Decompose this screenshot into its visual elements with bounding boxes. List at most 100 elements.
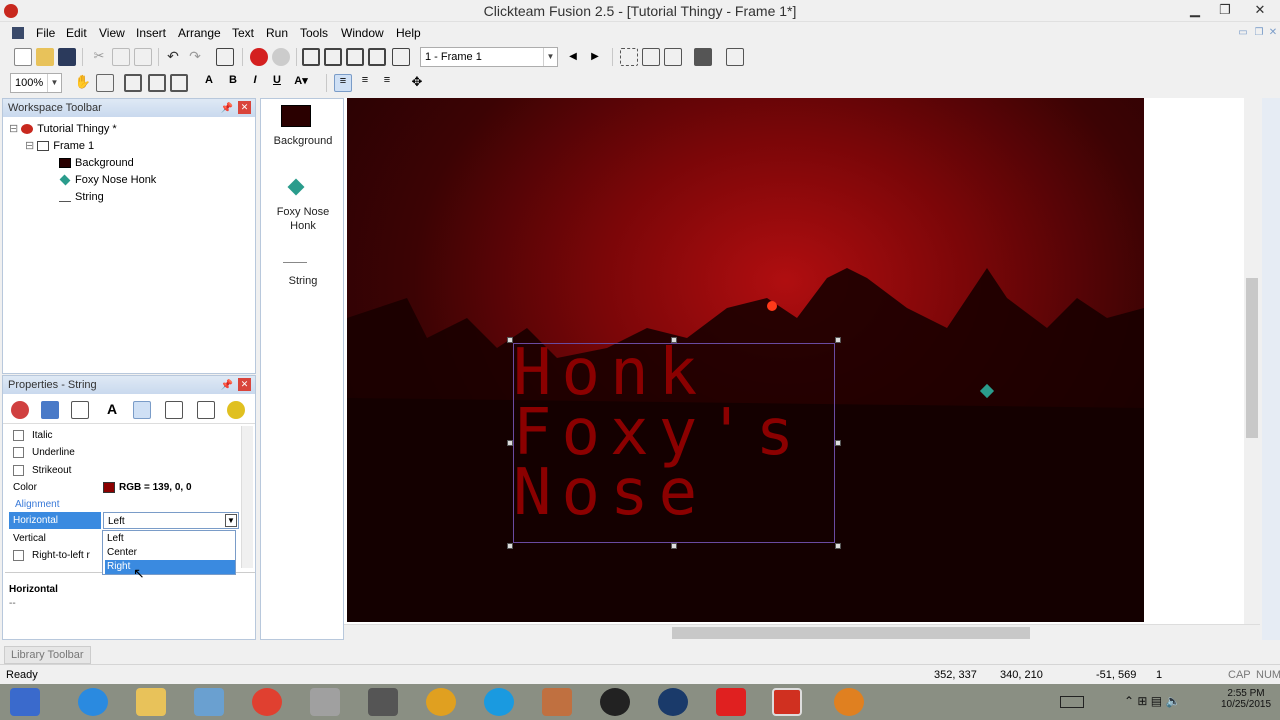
mdi-minimize-icon[interactable]: ▭ bbox=[1236, 26, 1250, 40]
underline-icon[interactable]: U bbox=[268, 74, 286, 92]
frame-view-icon[interactable] bbox=[642, 48, 660, 66]
menu-arrange[interactable]: Arrange bbox=[178, 26, 221, 40]
clickteam-fusion-icon[interactable] bbox=[772, 688, 802, 716]
menu-text[interactable]: Text bbox=[232, 26, 254, 40]
tray-icons[interactable]: ⌃ ⊞ ▤ 🔈 bbox=[1124, 694, 1180, 708]
blender-icon[interactable] bbox=[834, 688, 864, 716]
option-left[interactable]: Left bbox=[105, 532, 235, 546]
app-icon[interactable] bbox=[368, 688, 398, 716]
move-icon[interactable]: ✥ bbox=[408, 74, 426, 92]
paint-icon[interactable] bbox=[310, 688, 340, 716]
color-swatch[interactable] bbox=[103, 482, 115, 493]
menu-run[interactable]: Run bbox=[266, 26, 288, 40]
menu-tools[interactable]: Tools bbox=[300, 26, 328, 40]
library-tab[interactable]: Library Toolbar bbox=[4, 646, 91, 664]
app-icon[interactable] bbox=[542, 688, 572, 716]
mdi-restore-icon[interactable]: ❐ bbox=[1252, 26, 1266, 40]
tree-frame[interactable]: ⊟ Frame 1 bbox=[25, 138, 94, 155]
zoom-select[interactable]: 100% ▼ bbox=[10, 73, 62, 93]
pin-icon[interactable]: 📌 bbox=[221, 100, 233, 118]
select-frame-icon[interactable] bbox=[620, 48, 638, 66]
previous-frame-icon[interactable]: ◀ bbox=[564, 48, 582, 66]
runtime-tab-icon[interactable] bbox=[133, 401, 151, 419]
skype-icon[interactable] bbox=[484, 688, 514, 716]
strikeout-row[interactable]: Strikeout bbox=[7, 462, 239, 479]
properties-scrollbar[interactable] bbox=[241, 426, 253, 568]
rtl-checkbox[interactable] bbox=[13, 549, 24, 561]
about-tab-icon[interactable] bbox=[227, 401, 245, 419]
menu-window[interactable]: Window bbox=[341, 26, 384, 40]
keyboard-icon[interactable] bbox=[1060, 696, 1084, 708]
resize-handle[interactable] bbox=[507, 440, 513, 446]
menu-edit[interactable]: Edit bbox=[66, 26, 87, 40]
resize-handle[interactable] bbox=[507, 337, 513, 343]
mdi-close-icon[interactable]: ✕ bbox=[1266, 26, 1280, 40]
underline-row[interactable]: Underline bbox=[7, 444, 239, 461]
redo-icon[interactable]: ↷ bbox=[186, 48, 204, 66]
option-right[interactable]: Right bbox=[105, 560, 235, 574]
italic-row[interactable]: Italic bbox=[7, 427, 239, 444]
chevron-down-icon[interactable]: ▼ bbox=[225, 514, 237, 527]
window-view-icon[interactable] bbox=[664, 48, 682, 66]
frame-editor-icon[interactable] bbox=[324, 48, 342, 66]
tree-object[interactable]: Background bbox=[59, 155, 134, 172]
data-elements-icon[interactable] bbox=[392, 48, 410, 66]
background-object-icon[interactable] bbox=[281, 105, 311, 127]
output-icon[interactable] bbox=[726, 48, 744, 66]
event-list-icon[interactable] bbox=[368, 48, 386, 66]
resize-handle[interactable] bbox=[835, 337, 841, 343]
file-explorer-icon[interactable] bbox=[136, 688, 166, 716]
align-center-icon[interactable]: ≡ bbox=[356, 74, 374, 92]
undo-icon[interactable]: ↶ bbox=[164, 48, 182, 66]
strikeout-checkbox[interactable] bbox=[13, 464, 24, 476]
close-icon[interactable]: ✕ bbox=[238, 101, 251, 114]
values-tab-icon[interactable] bbox=[165, 401, 183, 419]
frame-select[interactable]: 1 - Frame 1 ▼ bbox=[420, 47, 558, 67]
start-icon[interactable] bbox=[10, 688, 40, 716]
new-file-icon[interactable] bbox=[14, 48, 32, 66]
youtube-icon[interactable] bbox=[716, 688, 746, 716]
horizontal-scroll-thumb[interactable] bbox=[672, 627, 1030, 639]
cut-icon[interactable]: ✂ bbox=[90, 48, 108, 66]
resize-icon[interactable] bbox=[96, 74, 114, 92]
chrome-icon[interactable] bbox=[252, 688, 282, 716]
settings-tab-icon[interactable] bbox=[11, 401, 29, 419]
align-left-icon[interactable]: ≡ bbox=[334, 74, 352, 92]
italic-icon[interactable]: I bbox=[246, 74, 264, 92]
italic-checkbox[interactable] bbox=[13, 429, 24, 441]
close-button[interactable]: ✕ bbox=[1240, 0, 1280, 20]
align-right-icon[interactable]: ≡ bbox=[378, 74, 396, 92]
storyboard-icon[interactable] bbox=[302, 48, 320, 66]
horizontal-row[interactable]: Horizontal Left ▼ bbox=[7, 512, 239, 529]
size-tab-icon[interactable] bbox=[71, 401, 89, 419]
tree-app[interactable]: ⊟ Tutorial Thingy * bbox=[9, 121, 117, 138]
vertical-scroll-thumb[interactable] bbox=[1246, 278, 1258, 438]
menu-insert[interactable]: Insert bbox=[136, 26, 166, 40]
option-center[interactable]: Center bbox=[105, 546, 235, 560]
pin-icon[interactable]: 📌 bbox=[221, 377, 233, 395]
tree-object[interactable]: Foxy Nose Honk bbox=[59, 172, 156, 189]
underline-checkbox[interactable] bbox=[13, 446, 24, 458]
string-object-icon[interactable] bbox=[283, 249, 307, 263]
text-color-icon[interactable]: A▾ bbox=[292, 74, 310, 92]
mdi-icon[interactable] bbox=[12, 27, 24, 39]
chevron-down-icon[interactable]: ▼ bbox=[543, 48, 557, 66]
layers-toolbar-tab[interactable] bbox=[1262, 98, 1280, 640]
steam-icon[interactable] bbox=[658, 688, 688, 716]
layer2-icon[interactable] bbox=[148, 74, 166, 92]
clock[interactable]: 2:55 PM 10/25/2015 bbox=[1218, 688, 1274, 710]
font-icon[interactable]: A bbox=[200, 74, 218, 92]
horizontal-scrollbar[interactable] bbox=[344, 624, 1260, 640]
copy-icon[interactable] bbox=[112, 48, 130, 66]
hand-icon[interactable]: ✋ bbox=[74, 74, 92, 92]
layer-icon[interactable] bbox=[124, 74, 142, 92]
run-application-icon[interactable] bbox=[250, 48, 268, 66]
display-tab-icon[interactable] bbox=[41, 401, 59, 419]
text-options-tab-icon[interactable]: A bbox=[103, 401, 121, 419]
events-tab-icon[interactable] bbox=[197, 401, 215, 419]
resize-handle[interactable] bbox=[835, 543, 841, 549]
resize-handle[interactable] bbox=[507, 543, 513, 549]
app-icon[interactable] bbox=[194, 688, 224, 716]
maximize-button[interactable]: ❐ bbox=[1210, 0, 1240, 20]
internet-explorer-icon[interactable] bbox=[78, 688, 108, 716]
